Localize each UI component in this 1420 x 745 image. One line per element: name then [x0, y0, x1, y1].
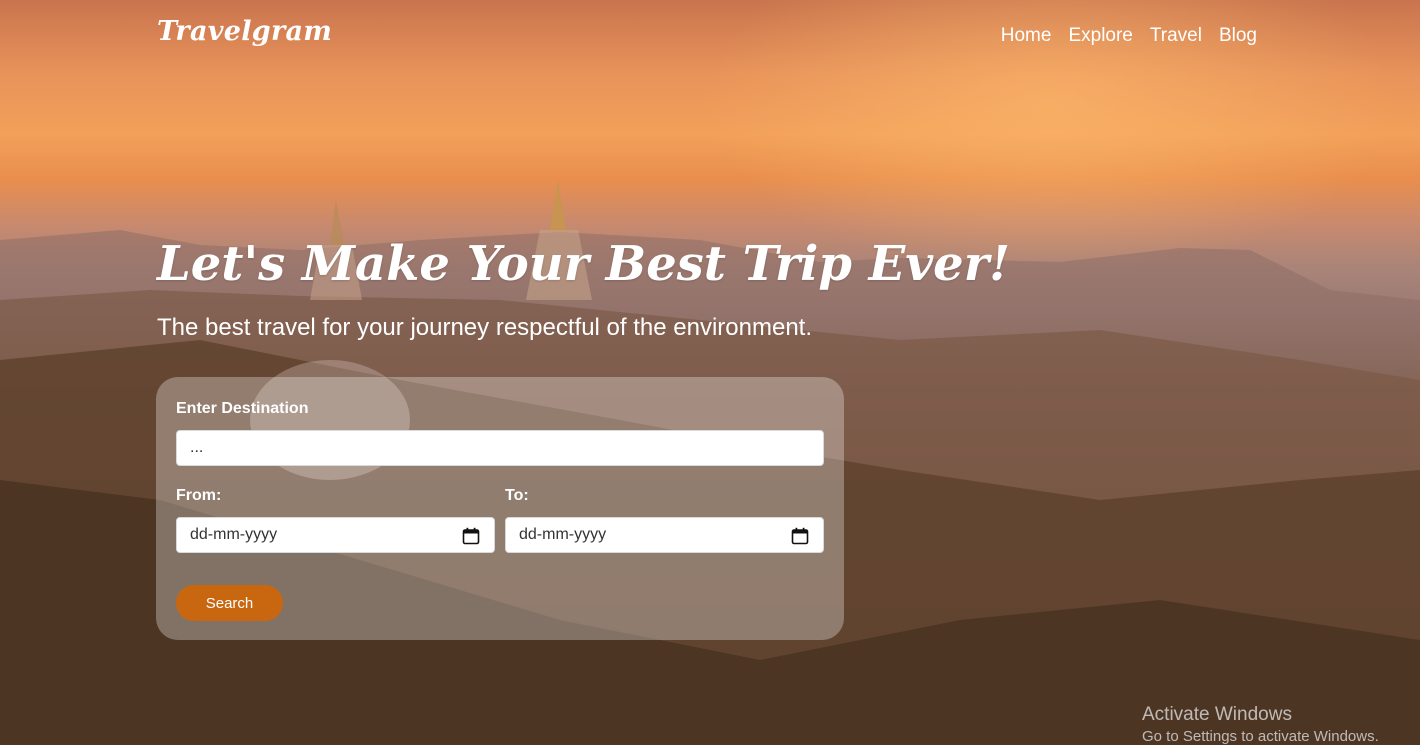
nav-home-link[interactable]: Home: [1001, 25, 1052, 47]
nav-travel-link[interactable]: Travel: [1150, 25, 1202, 47]
search-button[interactable]: Search: [176, 585, 283, 621]
from-date-placeholder: dd-mm-yyyy: [190, 526, 278, 543]
search-card: Enter Destination ... From: dd-mm-yyyy T…: [156, 377, 844, 640]
nav-explore-link[interactable]: Explore: [1068, 25, 1132, 47]
site-logo[interactable]: Travelgram: [157, 16, 332, 47]
hero-subtitle: The best travel for your journey respect…: [157, 314, 812, 341]
destination-label: Enter Destination: [176, 400, 309, 417]
activate-windows-title: Activate Windows: [1142, 704, 1292, 725]
to-label: To:: [505, 487, 529, 504]
to-date-input[interactable]: dd-mm-yyyy: [505, 517, 824, 553]
to-date-placeholder: dd-mm-yyyy: [519, 526, 607, 543]
activate-windows-subtitle: Go to Settings to activate Windows.: [1142, 728, 1379, 745]
calendar-icon[interactable]: [791, 527, 809, 545]
from-label: From:: [176, 487, 222, 504]
nav-blog-link[interactable]: Blog: [1219, 25, 1257, 47]
hero-title: Let's Make Your Best Trip Ever!: [157, 236, 1011, 292]
main-nav: Home Explore Travel Blog: [1001, 25, 1257, 47]
from-date-input[interactable]: dd-mm-yyyy: [176, 517, 495, 553]
calendar-icon[interactable]: [462, 527, 480, 545]
destination-input[interactable]: ...: [176, 430, 824, 466]
